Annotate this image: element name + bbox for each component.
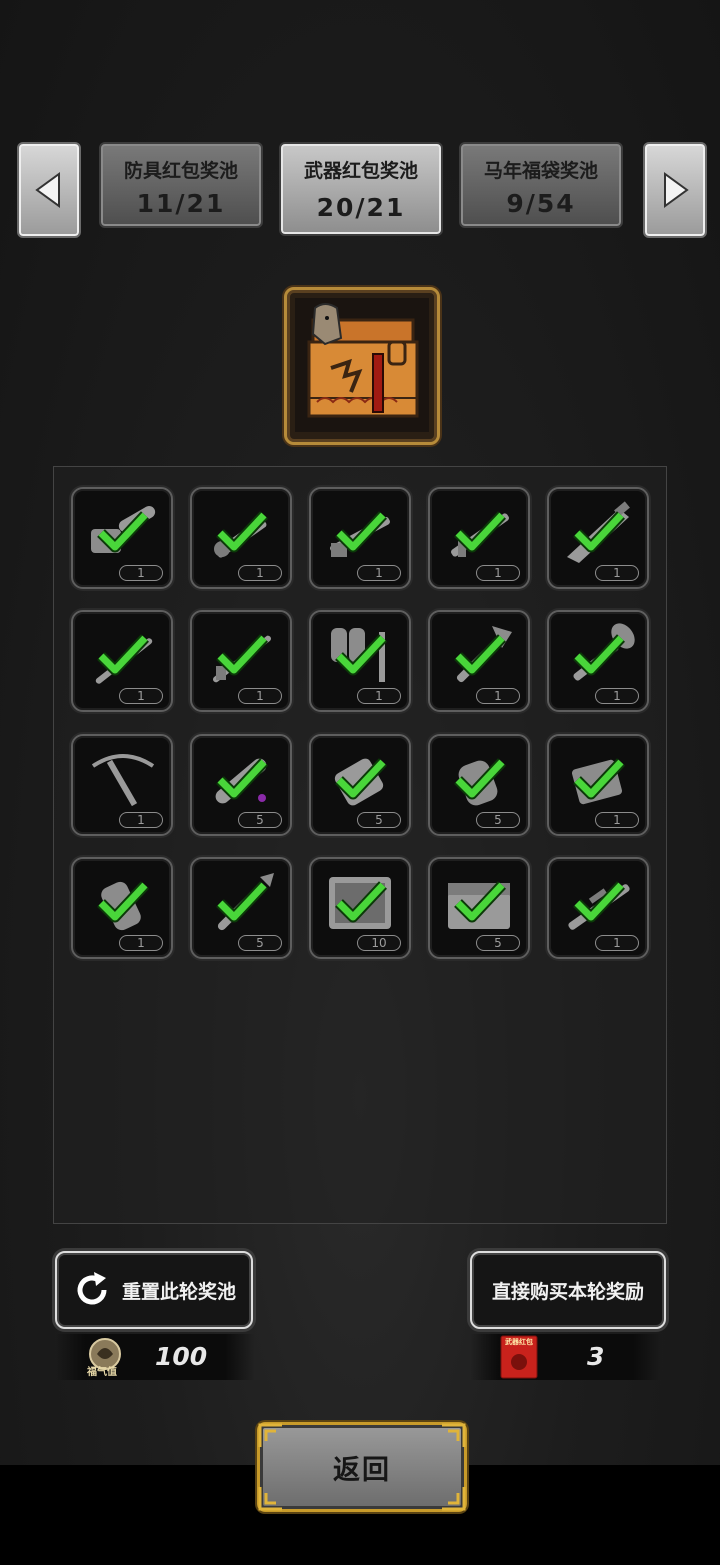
tab-name: 武器红包奖池 bbox=[303, 160, 418, 182]
reward-slot[interactable]: 1 bbox=[428, 487, 530, 589]
reward-slot[interactable]: 1 bbox=[428, 610, 530, 712]
corner-ornament-icon bbox=[442, 1487, 466, 1511]
quantity-badge: 1 bbox=[476, 688, 520, 704]
green-check-icon bbox=[335, 634, 387, 676]
corner-ornament-icon bbox=[258, 1423, 282, 1447]
tab-count: 9/54 bbox=[506, 189, 576, 218]
reward-slot[interactable]: 5 bbox=[190, 857, 292, 959]
tab-armor-pool[interactable]: 防具红包奖池 11/21 bbox=[99, 142, 263, 228]
right-arrow-icon bbox=[664, 172, 689, 208]
green-check-icon bbox=[97, 881, 149, 923]
reward-slot[interactable]: 1 bbox=[309, 610, 411, 712]
quantity-badge: 5 bbox=[476, 935, 520, 951]
chest-reward-frame bbox=[284, 287, 440, 445]
reset-pool-label: 重置此轮奖池 bbox=[121, 1280, 236, 1303]
green-check-icon bbox=[454, 634, 506, 676]
quantity-badge: 1 bbox=[119, 935, 163, 951]
green-check-icon bbox=[97, 634, 149, 676]
reward-slot[interactable]: 5 bbox=[428, 734, 530, 836]
buy-round-rewards-label: 直接购买本轮奖励 bbox=[491, 1280, 644, 1303]
quantity-badge: 5 bbox=[357, 812, 401, 828]
quantity-badge: 1 bbox=[119, 565, 163, 581]
green-check-icon bbox=[573, 634, 625, 676]
refresh-icon bbox=[77, 1272, 107, 1305]
green-check-icon bbox=[573, 881, 625, 923]
reward-slot[interactable]: 1 bbox=[547, 734, 649, 836]
green-check-icon bbox=[454, 511, 506, 553]
redpacket-caption: 武器红包 bbox=[505, 1338, 533, 1346]
redpacket-count-bar: 武器红包 3 bbox=[470, 1334, 662, 1380]
quantity-badge: 5 bbox=[238, 812, 282, 828]
green-check-icon bbox=[454, 758, 506, 800]
green-check-icon bbox=[335, 881, 387, 923]
back-button[interactable]: 返回 bbox=[257, 1422, 467, 1512]
redpacket-count: 3 bbox=[587, 1342, 605, 1371]
reward-slot[interactable]: 10 bbox=[309, 857, 411, 959]
quantity-badge: 1 bbox=[595, 935, 639, 951]
green-check-icon bbox=[573, 758, 625, 800]
quantity-badge: 1 bbox=[595, 688, 639, 704]
quantity-badge: 1 bbox=[357, 688, 401, 704]
reward-slot[interactable]: 5 bbox=[428, 857, 530, 959]
reward-grid-panel: 1 1 1 1 1 1 1 1 1 1 1 5 5 5 1 1 5 10 5 1 bbox=[53, 466, 667, 1224]
reward-slot[interactable]: 5 bbox=[309, 734, 411, 836]
quantity-badge: 5 bbox=[476, 812, 520, 828]
reward-slot[interactable]: 1 bbox=[190, 487, 292, 589]
reward-slot[interactable]: 1 bbox=[547, 857, 649, 959]
reward-slot[interactable]: 1 bbox=[71, 734, 173, 836]
reward-slot[interactable]: 1 bbox=[71, 857, 173, 959]
buy-round-rewards-button[interactable]: 直接购买本轮奖励 bbox=[470, 1251, 666, 1329]
green-check-icon bbox=[216, 511, 268, 553]
quantity-badge: 1 bbox=[595, 812, 639, 828]
tab-count: 20/21 bbox=[316, 193, 406, 222]
quantity-badge: 1 bbox=[476, 565, 520, 581]
green-check-icon bbox=[573, 511, 625, 553]
tab-horse-year-bag-pool[interactable]: 马年福袋奖池 9/54 bbox=[459, 142, 623, 228]
green-check-icon bbox=[335, 758, 387, 800]
reward-slot[interactable]: 1 bbox=[190, 610, 292, 712]
quantity-badge: 1 bbox=[119, 812, 163, 828]
luck-caption: 福气值 bbox=[87, 1367, 117, 1378]
quantity-badge: 5 bbox=[238, 935, 282, 951]
green-check-icon bbox=[216, 758, 268, 800]
corner-ornament-icon bbox=[442, 1423, 466, 1447]
quantity-badge: 10 bbox=[357, 935, 401, 951]
quantity-badge: 1 bbox=[357, 565, 401, 581]
reward-slot[interactable]: 1 bbox=[547, 487, 649, 589]
green-check-icon bbox=[216, 881, 268, 923]
reset-pool-button[interactable]: 重置此轮奖池 bbox=[55, 1251, 253, 1329]
green-check-icon bbox=[97, 511, 149, 553]
horse-weapon-chest-icon bbox=[295, 298, 429, 432]
reward-slot[interactable]: 5 bbox=[190, 734, 292, 836]
quantity-badge: 1 bbox=[119, 688, 163, 704]
next-pool-button[interactable] bbox=[643, 142, 707, 238]
prev-pool-button[interactable] bbox=[17, 142, 81, 238]
reward-slot[interactable]: 1 bbox=[547, 610, 649, 712]
reward-slot[interactable]: 1 bbox=[71, 610, 173, 712]
tab-weapon-pool[interactable]: 武器红包奖池 20/21 bbox=[279, 142, 443, 236]
tab-name: 防具红包奖池 bbox=[123, 160, 238, 182]
tab-name: 马年福袋奖池 bbox=[483, 160, 598, 182]
reward-slot[interactable]: 1 bbox=[309, 487, 411, 589]
reward-slot[interactable]: 1 bbox=[71, 487, 173, 589]
green-check-icon bbox=[216, 634, 268, 676]
back-label: 返回 bbox=[333, 1454, 391, 1486]
quantity-badge: 1 bbox=[595, 565, 639, 581]
luck-value: 100 bbox=[155, 1342, 208, 1371]
green-check-icon bbox=[454, 881, 506, 923]
luck-value-bar: 福气值 100 bbox=[55, 1334, 255, 1380]
quantity-badge: 1 bbox=[238, 688, 282, 704]
corner-ornament-icon bbox=[258, 1487, 282, 1511]
tab-count: 11/21 bbox=[136, 189, 226, 218]
green-check-icon bbox=[335, 511, 387, 553]
crossbow-icon bbox=[91, 754, 155, 807]
quantity-badge: 1 bbox=[238, 565, 282, 581]
left-arrow-icon bbox=[35, 172, 60, 208]
